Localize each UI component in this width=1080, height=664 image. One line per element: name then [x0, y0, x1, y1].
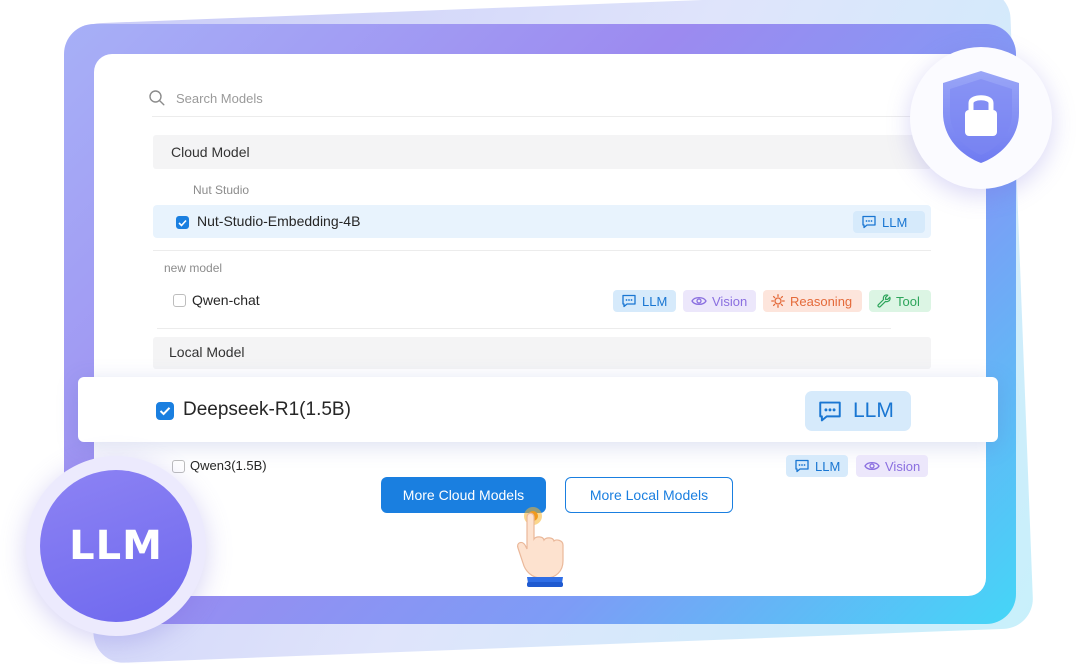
tag-vision: Vision [856, 455, 928, 477]
tag-reasoning: Reasoning [763, 290, 862, 312]
group-header-local-model[interactable]: Local Model [153, 337, 931, 369]
provider-label: Nut Studio [193, 183, 250, 197]
model-name: Nut-Studio-Embedding-4B [197, 213, 361, 229]
hand-pointer-icon [517, 507, 564, 587]
eye-icon [864, 461, 880, 471]
more-local-models-button[interactable]: More Local Models [565, 477, 733, 513]
tag-tool: Tool [869, 290, 931, 312]
sun-icon [771, 294, 785, 308]
wrench-icon [877, 294, 891, 308]
chat-bubble-icon [819, 401, 841, 421]
model-name: Deepseek-R1(1.5B) [183, 399, 351, 420]
group-header-cloud-model[interactable]: Cloud Model [153, 135, 931, 169]
search-icon [149, 90, 165, 106]
eye-icon [691, 296, 707, 306]
chat-bubble-icon [795, 459, 809, 473]
tag-llm: LLM [613, 290, 676, 312]
provider-divider [153, 250, 931, 251]
model-checkbox[interactable] [156, 402, 174, 420]
chat-bubble-icon [862, 215, 876, 229]
llm-badge-label: LLM [40, 470, 192, 622]
tag-llm: LLM [805, 391, 911, 431]
tag-llm: LLM [853, 211, 925, 233]
model-checkbox[interactable] [176, 216, 189, 229]
group-divider [157, 328, 891, 329]
model-checkbox[interactable] [172, 460, 185, 473]
tag-llm: LLM [786, 455, 848, 477]
model-name: Qwen3(1.5B) [190, 458, 267, 473]
tag-vision: Vision [683, 290, 756, 312]
security-badge [910, 47, 1052, 189]
model-name: Qwen-chat [192, 292, 260, 308]
chat-bubble-icon [622, 294, 636, 308]
llm-badge: LLM [26, 456, 206, 636]
model-checkbox[interactable] [173, 294, 186, 307]
shield-lock-icon [943, 71, 1019, 163]
search-input[interactable] [176, 88, 676, 108]
search-divider [152, 116, 932, 117]
provider-label: new model [164, 261, 223, 275]
